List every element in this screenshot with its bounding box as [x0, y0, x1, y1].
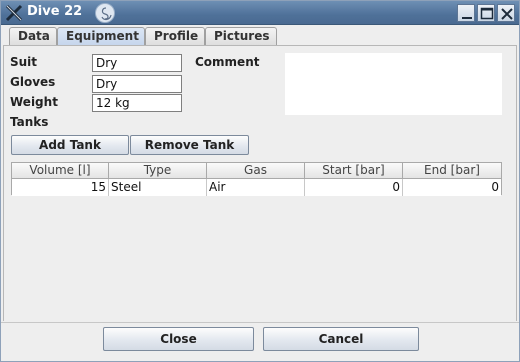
minimize-icon[interactable] — [457, 4, 475, 22]
cell-volume[interactable]: 15 — [12, 179, 109, 196]
cell-start[interactable]: 0 — [305, 179, 403, 196]
cell-type[interactable]: Steel — [109, 179, 207, 196]
column-header-gas[interactable]: Gas — [207, 163, 305, 179]
column-header-type[interactable]: Type — [109, 163, 207, 179]
table-header: Volume [l] Type Gas Start [bar] End [bar… — [12, 163, 501, 179]
column-header-volume[interactable]: Volume [l] — [12, 163, 109, 179]
gloves-field[interactable]: Dry — [92, 75, 182, 93]
weight-field[interactable]: 12 kg — [92, 94, 182, 112]
cell-end[interactable]: 0 — [403, 179, 501, 196]
suit-label: Suit — [10, 55, 38, 69]
column-header-end[interactable]: End [bar] — [403, 163, 501, 179]
dive-window: Dive 22 Data Equipment Profile Pictures … — [0, 0, 520, 362]
close-icon[interactable] — [497, 4, 515, 22]
tab-profile[interactable]: Profile — [145, 27, 205, 45]
tab-data[interactable]: Data — [9, 27, 57, 45]
comment-label: Comment — [195, 55, 260, 69]
gloves-label: Gloves — [10, 75, 56, 89]
tab-equipment[interactable]: Equipment — [57, 27, 145, 45]
column-header-start[interactable]: Start [bar] — [305, 163, 403, 179]
tanks-table: Volume [l] Type Gas Start [bar] End [bar… — [11, 162, 502, 196]
window-title: Dive 22 — [27, 4, 83, 19]
remove-tank-button[interactable]: Remove Tank — [130, 135, 249, 155]
table-row[interactable]: 15 Steel Air 0 0 — [12, 179, 501, 196]
title-bar[interactable]: Dive 22 — [1, 1, 519, 25]
cell-gas[interactable]: Air — [207, 179, 305, 196]
swirl-icon[interactable] — [95, 3, 115, 23]
footer-divider — [1, 322, 519, 323]
cancel-button[interactable]: Cancel — [263, 327, 419, 351]
maximize-icon[interactable] — [477, 4, 495, 22]
add-tank-button[interactable]: Add Tank — [11, 135, 129, 155]
weight-label: Weight — [10, 95, 58, 109]
tab-pictures[interactable]: Pictures — [205, 27, 277, 45]
suit-field[interactable]: Dry — [92, 54, 182, 72]
close-button[interactable]: Close — [103, 327, 254, 351]
comment-textarea[interactable] — [285, 53, 502, 115]
x-logo-icon[interactable] — [5, 4, 23, 22]
tanks-label: Tanks — [10, 115, 49, 129]
